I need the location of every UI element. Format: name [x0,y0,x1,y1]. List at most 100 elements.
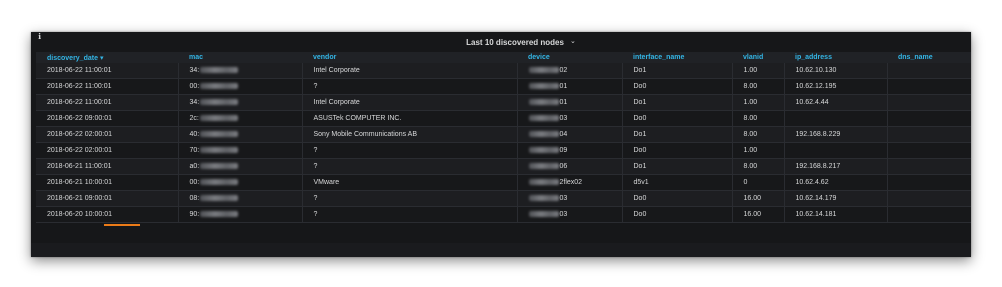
cell-mac: 2c: [178,110,303,127]
cell-interface-name: Do1 [622,158,733,175]
cell-mac: 40: [178,126,303,143]
redacted-blur [200,163,239,170]
redacted-blur [528,99,559,106]
panel-header[interactable]: Last 10 discovered nodes ⌄ [31,32,971,52]
scroll-accent-bar [104,224,140,226]
cell-dns-name [887,142,971,159]
nodes-table: discovery_date ▾ mac vendor device interface_… [36,52,971,223]
redacted-blur [528,163,559,170]
table-row[interactable]: 2018-06-20 10:00:01 90:? 03 Do0 16.00 10.62.1… [36,206,971,223]
column-header-interface-name[interactable]: interface_name [622,52,732,63]
cell-discovery-date: 2018-06-20 10:00:01 [36,206,179,223]
cell-interface-name: Do0 [622,110,733,127]
cell-vendor: Intel Corporate [302,94,518,111]
cell-vendor: Sony Mobile Communications AB [302,126,518,143]
table-body: 2018-06-22 11:00:01 34: Intel Corporate 02 D… [36,63,971,223]
cell-discovery-date: 2018-06-22 02:00:01 [36,142,179,159]
cell-dns-name [887,190,971,207]
cell-mac: 00: [178,174,303,191]
cell-interface-name: Do0 [622,142,733,159]
cell-ip-address: 10.62.4.62 [784,174,888,191]
redacted-blur [528,147,559,154]
cell-dns-name [887,78,971,95]
table-panel: ℹ Last 10 discovered nodes ⌄ discovery_d… [31,32,971,257]
cell-dns-name [887,110,971,127]
cell-vlanid: 16.00 [732,206,785,223]
redacted-blur [200,179,239,186]
redacted-blur [200,67,239,74]
cell-device: 01 [517,94,623,111]
column-header-dns-name[interactable]: dns_name [887,52,971,63]
cell-vlanid: 8.00 [732,78,785,95]
column-header-ip-address[interactable]: ip_address [784,52,887,63]
cell-discovery-date: 2018-06-22 11:00:01 [36,78,179,95]
redacted-blur [528,131,559,138]
column-header-discovery-date[interactable]: discovery_date ▾ [36,52,178,63]
table-row[interactable]: 2018-06-22 11:00:01 00:? 01 Do0 8.00 10.62.12… [36,78,971,95]
cell-mac: 90: [178,206,303,223]
panel-title[interactable]: Last 10 discovered nodes [466,38,564,47]
cell-device: 02 [517,63,623,79]
cell-discovery-date: 2018-06-22 11:00:01 [36,63,179,79]
cell-ip-address [784,142,888,159]
cell-mac: 08: [178,190,303,207]
redacted-blur [200,211,239,218]
cell-device: 06 [517,158,623,175]
cell-device: 2flex02 [517,174,623,191]
table-row[interactable]: 2018-06-22 02:00:01 40: Sony Mobile Commun… [36,126,971,143]
dropdown-caret-icon[interactable]: ⌄ [570,37,576,45]
cell-vendor: ? [302,78,518,95]
table-row[interactable]: 2018-06-22 11:00:01 34: Intel Corporate 01 D… [36,94,971,111]
cell-vlanid: 1.00 [732,142,785,159]
cell-vlanid: 1.00 [732,94,785,111]
sort-desc-icon: ▾ [99,54,104,62]
cell-interface-name: Do1 [622,63,733,79]
table-row[interactable]: 2018-06-22 09:00:01 2c: ASUSTek COMPUTER I… [36,110,971,127]
redacted-blur [200,195,239,202]
cell-vendor: ? [302,158,518,175]
table-row[interactable]: 2018-06-22 02:00:01 70:? 09 Do0 1.00 [36,142,971,159]
cell-ip-address: 10.62.12.195 [784,78,888,95]
cell-vendor: VMware [302,174,518,191]
redacted-blur [200,147,239,154]
cell-mac: 00: [178,78,303,95]
cell-ip-address: 10.62.10.130 [784,63,888,79]
table-row[interactable]: 2018-06-21 10:00:01 00: VMware 2flex02 d5v1 0… [36,174,971,191]
cell-vlanid: 1.00 [732,63,785,79]
cell-ip-address: 192.168.8.229 [784,126,888,143]
column-header-vendor[interactable]: vendor [302,52,517,63]
column-header-vlanid[interactable]: vlanid [732,52,784,63]
cell-vendor: ? [302,142,518,159]
cell-discovery-date: 2018-06-21 11:00:01 [36,158,179,175]
cell-interface-name: Do1 [622,126,733,143]
column-header-mac[interactable]: mac [178,52,302,63]
cell-discovery-date: 2018-06-22 09:00:01 [36,110,179,127]
cell-vendor: ASUSTek COMPUTER INC. [302,110,518,127]
cell-interface-name: Do0 [622,190,733,207]
redacted-blur [528,211,559,218]
cell-discovery-date: 2018-06-21 09:00:01 [36,190,179,207]
cell-mac: a0: [178,158,303,175]
cell-ip-address: 10.62.4.44 [784,94,888,111]
table-header-row: discovery_date ▾ mac vendor device interface_… [36,52,971,63]
cell-interface-name: Do1 [622,94,733,111]
cell-vendor: ? [302,190,518,207]
cell-device: 03 [517,206,623,223]
table-row[interactable]: 2018-06-21 09:00:01 08:? 03 Do0 16.00 10.62.1… [36,190,971,207]
panel-footer [31,243,971,257]
cell-ip-address [784,110,888,127]
redacted-blur [528,179,559,186]
cell-interface-name: Do0 [622,206,733,223]
cell-device: 01 [517,78,623,95]
cell-device: 04 [517,126,623,143]
cell-ip-address: 10.62.14.181 [784,206,888,223]
table-row[interactable]: 2018-06-22 11:00:01 34: Intel Corporate 02 D… [36,63,971,79]
redacted-blur [200,131,239,138]
column-header-device[interactable]: device [517,52,622,63]
table-row[interactable]: 2018-06-21 11:00:01 a0:? 06 Do1 8.00 192.168.… [36,158,971,175]
redacted-blur [528,195,559,202]
cell-dns-name [887,158,971,175]
cell-vendor: ? [302,206,518,223]
redacted-blur [199,115,238,122]
cell-dns-name [887,174,971,191]
